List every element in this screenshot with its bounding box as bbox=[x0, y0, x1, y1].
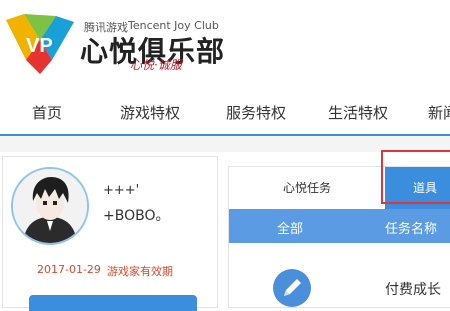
avatar-image bbox=[13, 169, 87, 243]
avatar[interactable] bbox=[11, 167, 89, 245]
nav-item-service-privileges[interactable]: 服务特权 bbox=[226, 102, 286, 123]
membership-expire-label: 游戏家有效期 bbox=[107, 265, 173, 278]
task-table-header: 全部 任务名称 bbox=[229, 209, 450, 243]
joy-club-logo-icon[interactable]: VP bbox=[4, 14, 76, 76]
membership-date: 2017-01-29 bbox=[37, 263, 101, 276]
column-header-all[interactable]: 全部 bbox=[277, 218, 303, 237]
tab-highlight-box bbox=[381, 150, 450, 204]
main-nav: 首页 游戏特权 服务特权 生活特权 新闻 bbox=[0, 88, 450, 136]
column-header-task-name: 任务名称 bbox=[385, 222, 438, 237]
pencil-icon bbox=[273, 269, 311, 307]
nav-item-news[interactable]: 新闻 bbox=[428, 102, 450, 123]
task-name: 付费成长 bbox=[385, 282, 441, 298]
profile-action-button[interactable] bbox=[29, 295, 197, 311]
tab-joy-tasks[interactable]: 心悦任务 bbox=[229, 167, 385, 209]
nav-item-game-privileges[interactable]: 游戏特权 bbox=[120, 102, 180, 123]
brand-slogan: 心悦·诚服 bbox=[130, 58, 182, 72]
profile-card: +++' +BOBO。 2017-01-29 游戏家有效期 bbox=[2, 156, 218, 311]
username-line1: +++' bbox=[103, 183, 140, 198]
nav-item-home[interactable]: 首页 bbox=[32, 102, 62, 123]
username-line2: +BOBO。 bbox=[103, 208, 170, 224]
site-header: VP 腾讯游戏 Tencent Joy Club 心悦俱乐部 心悦·诚服 bbox=[0, 0, 450, 88]
nav-item-life-privileges[interactable]: 生活特权 bbox=[328, 102, 388, 123]
svg-text:VP: VP bbox=[26, 35, 53, 57]
